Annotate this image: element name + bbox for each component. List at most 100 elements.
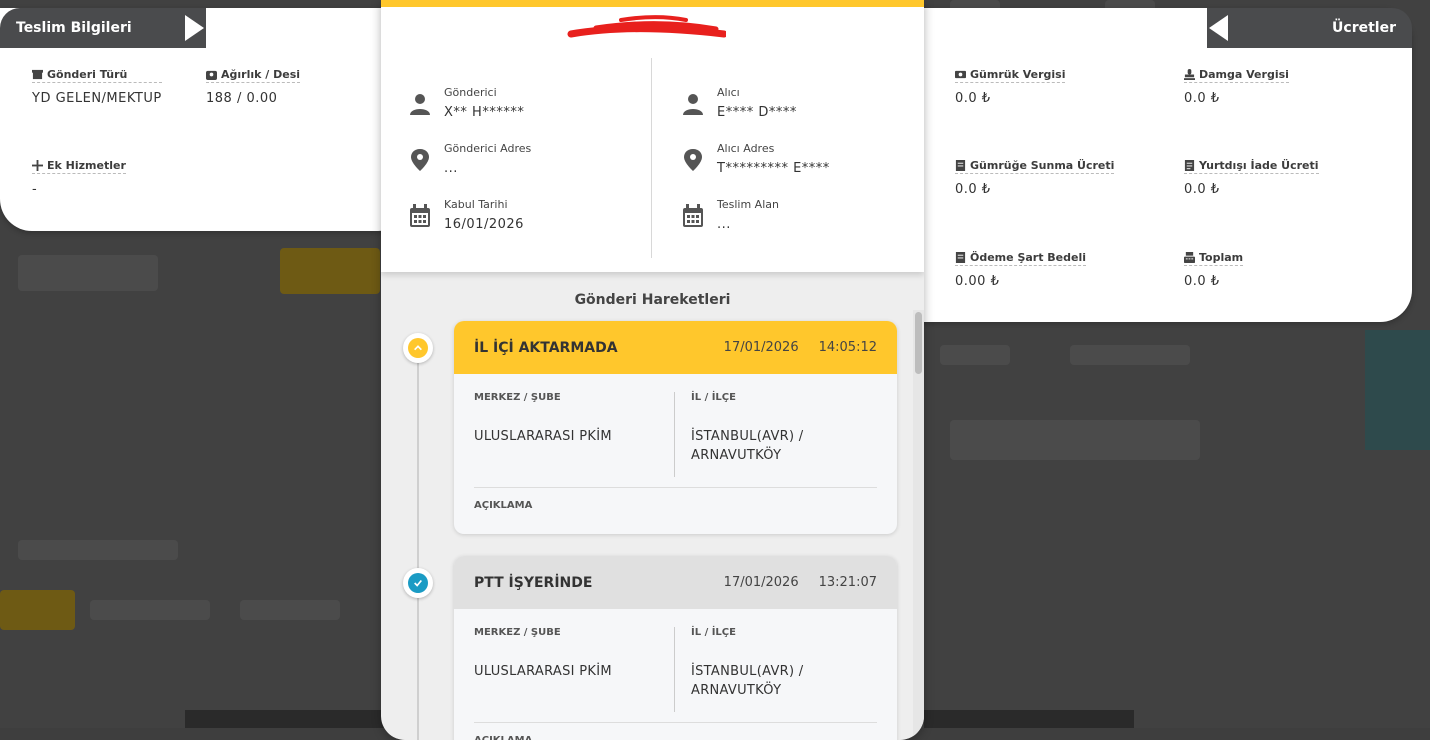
city-value-line1: İSTANBUL(AVR) / [691,664,804,679]
backdrop-block [240,600,340,620]
stamp-icon [1184,69,1195,80]
total-label: Toplam [1184,251,1244,266]
customs-tax-label: Gümrük Vergisi [955,68,1066,83]
city-label: İL / İLÇE [691,392,736,403]
delivery-info-toggle[interactable] [178,8,206,48]
check-icon [408,573,428,593]
extra-services-value: - [32,182,38,197]
timeline-line [417,350,419,740]
acceptance-date-value: 16/01/2026 [444,217,524,232]
description-label: AÇIKLAMA [474,723,877,740]
receiver-address-value: T********* E**** [717,161,830,176]
receipt-icon [1184,160,1195,171]
movements-scrollbar[interactable] [913,310,924,740]
movement-card: PTT İŞYERİNDE 17/01/2026 13:21:07 MERKEZ… [454,556,897,740]
extra-services-label: Ek Hizmetler [32,159,126,174]
abroad-return-label: Yurtdışı İade Ücreti [1184,159,1319,174]
stamp-tax-field: Damga Vergisi 0.0 ₺ [1184,68,1289,106]
box-icon [32,69,43,80]
city-column: İL / İLÇE İSTANBUL(AVR) / ARNAVUTKÖY [675,392,803,477]
weight-label: Ağırlık / Desi [206,68,301,83]
movement-card-body: MERKEZ / ŞUBE ULUSLARARASI PKİM İL / İLÇ… [454,609,897,740]
redaction-scribble [567,15,726,38]
movement-date: 17/01/2026 [723,340,799,355]
chevron-up-icon [408,338,428,358]
extra-services-field: Ek Hizmetler - [32,159,126,197]
shipment-type-value: YD GELEN/MEKTUP [32,91,162,106]
receiver-address-label: Alıcı Adres [717,142,775,155]
caret-right-icon [185,15,204,41]
calendar-icon [410,204,430,227]
money-icon [955,70,966,79]
scrollbar-thumb[interactable] [915,312,922,374]
city-label: İL / İLÇE [691,627,736,638]
movement-card-header[interactable]: PTT İŞYERİNDE 17/01/2026 13:21:07 [454,556,897,609]
receiver-info: Alıcı E**** D**** [681,86,797,120]
acceptance-date-info: Kabul Tarihi 16/01/2026 [408,198,524,232]
abroad-return-value: 0.0 ₺ [1184,182,1220,197]
sender-address-info: Gönderici Adres... [408,142,531,176]
receiver-value: E**** D**** [717,105,797,120]
delivery-info-tab-title: Teslim Bilgileri [16,20,132,36]
backdrop-button [0,590,75,630]
timeline-dot[interactable] [403,333,433,363]
fees-tab[interactable]: Ücretler [1235,8,1412,48]
movements-title: Gönderi Hareketleri [574,292,731,308]
delivery-info-tab[interactable]: Teslim Bilgileri [0,8,178,48]
timeline-dot[interactable] [403,568,433,598]
fees-toggle[interactable] [1207,8,1235,48]
stamp-tax-label-text: Damga Vergisi [1199,68,1289,81]
movement-time: 13:21:07 [818,575,877,590]
backdrop-block [18,255,158,291]
backdrop-button [280,248,380,294]
city-value-line2: ARNAVUTKÖY [691,683,782,698]
abroad-return-field: Yurtdışı İade Ücreti 0.0 ₺ [1184,159,1319,197]
receiver-label: Alıcı [717,86,740,99]
shipment-detail-modal: Gönderici X** H****** Gönderici Adres... … [381,0,924,740]
receiver-address-info: Alıcı Adres T********* E**** [681,142,830,176]
center-column: MERKEZ / ŞUBE ULUSLARARASI PKİM [474,627,675,712]
backdrop-block [940,345,1010,365]
total-field: Toplam 0.0 ₺ [1184,251,1244,289]
location-pin-icon [411,149,429,171]
abroad-return-label-text: Yurtdışı İade Ücreti [1199,159,1319,172]
center-label: MERKEZ / ŞUBE [474,627,561,638]
shipment-type-label-text: Gönderi Türü [47,68,128,81]
payment-condition-field: Ödeme Şart Bedeli 0.00 ₺ [955,251,1087,289]
stamp-tax-label: Damga Vergisi [1184,68,1289,83]
movement-date: 17/01/2026 [723,575,799,590]
document-icon [955,160,966,171]
person-icon [410,94,430,115]
chevron-up-glyph [414,345,422,351]
payment-condition-label-text: Ödeme Şart Bedeli [970,251,1087,264]
center-value: ULUSLARARASI PKİM [474,664,612,679]
backdrop-block [1070,345,1190,365]
weight-field: Ağırlık / Desi 188 / 0.00 [206,68,301,106]
movement-card-header[interactable]: İL İÇİ AKTARMADA 17/01/2026 14:05:12 [454,321,897,374]
receipt-icon [955,252,966,263]
customs-presentation-label: Gümrüğe Sunma Ücreti [955,159,1115,174]
city-value-line1: İSTANBUL(AVR) / [691,429,804,444]
sender-address-label: Gönderici Adres [444,142,532,155]
backdrop-block [1365,330,1430,450]
backdrop-block [185,710,385,728]
movement-card: İL İÇİ AKTARMADA 17/01/2026 14:05:12 MER… [454,321,897,534]
shipment-type-field: Gönderi Türü YD GELEN/MEKTUP [32,68,162,106]
movement-status: PTT İŞYERİNDE [474,574,593,591]
fees-panel: Gümrük Vergisi 0.0 ₺ Damga Vergisi 0.0 ₺… [920,8,1412,322]
cash-register-icon [1184,252,1195,263]
weight-value: 188 / 0.00 [206,91,278,106]
customs-tax-label-text: Gümrük Vergisi [970,68,1066,81]
delivered-to-label: Teslim Alan [717,198,779,211]
description-label: AÇIKLAMA [474,500,533,511]
column-divider [651,58,652,258]
accent-bar [381,0,924,7]
payment-condition-label: Ödeme Şart Bedeli [955,251,1087,266]
location-pin-icon [684,149,702,171]
city-value-line2: ARNAVUTKÖY [691,448,782,463]
shipment-type-label: Gönderi Türü [32,68,162,83]
sender-info: Gönderici X** H****** [408,86,524,120]
person-icon [683,94,703,115]
delivered-to-info: Teslim Alan... [681,198,779,232]
movement-status: İL İÇİ AKTARMADA [474,339,618,356]
